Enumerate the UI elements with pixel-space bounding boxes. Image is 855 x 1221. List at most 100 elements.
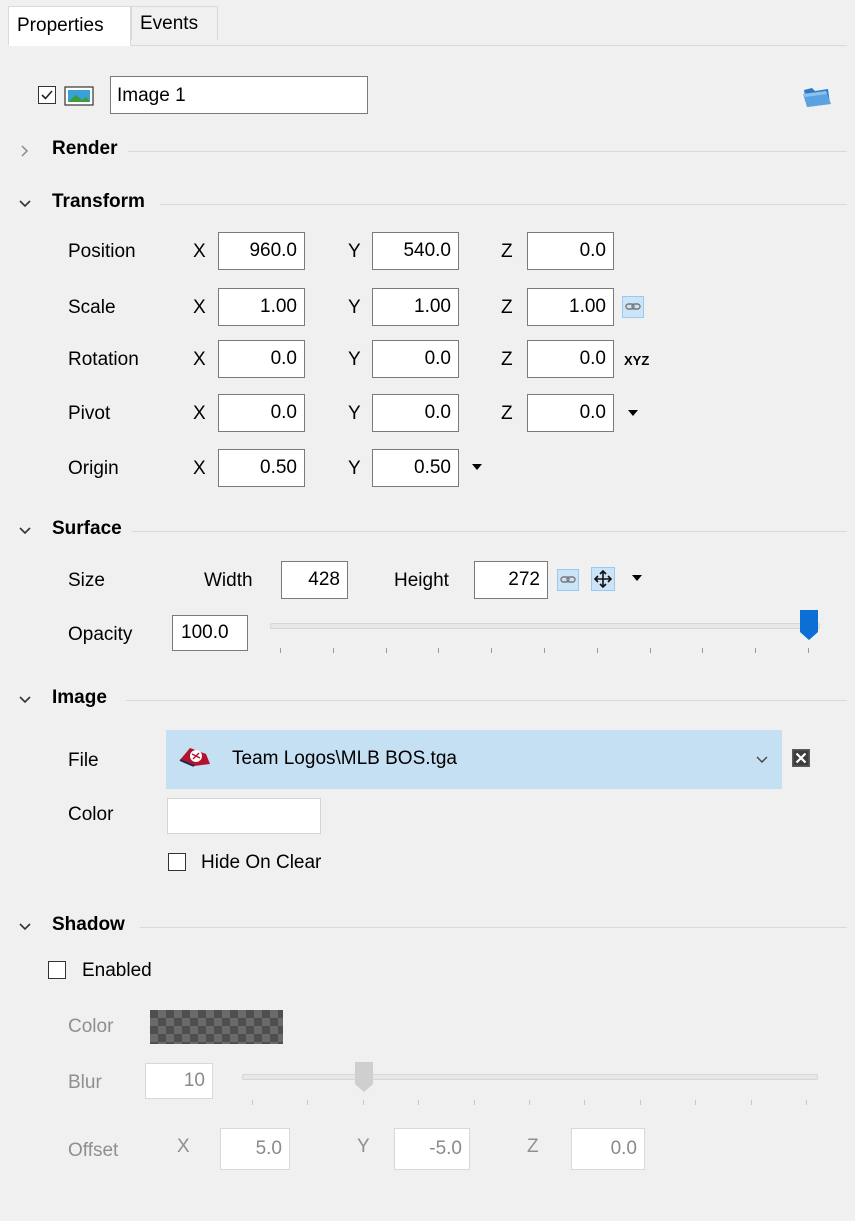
section-image-title: Image <box>52 687 107 708</box>
rotation-z-input[interactable]: 0.0 <box>527 340 614 378</box>
section-divider <box>128 151 847 152</box>
blur-slider-thumb[interactable] <box>353 1060 375 1094</box>
slider-tick <box>491 648 493 653</box>
pivot-x-label: X <box>193 403 206 424</box>
hide-on-clear-checkbox[interactable] <box>168 853 186 871</box>
origin-x-label: X <box>193 458 206 479</box>
section-shadow[interactable]: Shadow <box>14 913 847 941</box>
slider-tick <box>307 1100 309 1105</box>
chevron-down-icon <box>19 200 31 208</box>
scale-z-input[interactable]: 1.00 <box>527 288 614 326</box>
slider-tick <box>755 648 757 653</box>
position-y-input[interactable]: 540.0 <box>372 232 459 270</box>
height-input[interactable]: 272 <box>474 561 548 599</box>
width-label: Width <box>204 570 253 591</box>
width-input[interactable]: 428 <box>281 561 348 599</box>
position-label: Position <box>68 241 136 262</box>
layer-visible-checkbox[interactable] <box>38 86 56 104</box>
scale-x-input[interactable]: 1.00 <box>218 288 305 326</box>
origin-dropdown-icon[interactable] <box>472 464 482 470</box>
file-select[interactable]: Team Logos\MLB BOS.tga <box>166 730 782 789</box>
section-divider <box>160 204 847 205</box>
section-render[interactable]: Render <box>14 137 847 165</box>
origin-y-input[interactable]: 0.50 <box>372 449 459 487</box>
chevron-down-icon <box>19 923 31 931</box>
size-dropdown-icon[interactable] <box>632 575 642 581</box>
rotation-y-label: Y <box>348 349 361 370</box>
slider-tick <box>252 1100 253 1105</box>
offset-y-input[interactable]: -5.0 <box>394 1128 470 1170</box>
opacity-slider-track <box>270 623 820 629</box>
position-x-input[interactable]: 960.0 <box>218 232 305 270</box>
shadow-color-swatch[interactable] <box>150 1010 283 1044</box>
folder-icon[interactable] <box>800 82 834 110</box>
slider-tick <box>544 648 545 653</box>
scale-label: Scale <box>68 297 116 318</box>
position-x-label: X <box>193 241 206 262</box>
rotation-order-button[interactable]: XYZ <box>624 353 649 368</box>
link-icon <box>625 303 641 310</box>
position-z-input[interactable]: 0.0 <box>527 232 614 270</box>
scale-y-input[interactable]: 1.00 <box>372 288 459 326</box>
pivot-z-input[interactable]: 0.0 <box>527 394 614 432</box>
hide-on-clear-label[interactable]: Hide On Clear <box>201 852 321 874</box>
file-value: Team Logos\MLB BOS.tga <box>232 748 457 769</box>
slider-tick <box>362 1100 364 1105</box>
file-label: File <box>68 750 99 771</box>
rotation-y-input[interactable]: 0.0 <box>372 340 459 378</box>
layer-name-value: Image 1 <box>117 85 186 106</box>
clear-icon[interactable] <box>791 748 811 768</box>
blur-slider[interactable] <box>242 1060 818 1110</box>
section-transform[interactable]: Transform <box>14 190 847 218</box>
origin-y-label: Y <box>348 458 361 479</box>
pivot-x-input[interactable]: 0.0 <box>218 394 305 432</box>
origin-x-input[interactable]: 0.50 <box>218 449 305 487</box>
tab-strip-border <box>8 45 847 46</box>
size-link-button[interactable] <box>557 569 579 591</box>
blur-input[interactable]: 10 <box>145 1063 213 1099</box>
opacity-slider-thumb[interactable] <box>798 608 820 642</box>
tab-properties[interactable]: Properties <box>8 6 131 46</box>
scale-z-label: Z <box>501 297 513 318</box>
offset-x-input[interactable]: 5.0 <box>220 1128 290 1170</box>
color-swatch[interactable] <box>167 798 321 834</box>
section-surface-title: Surface <box>52 518 122 539</box>
section-divider <box>132 531 847 532</box>
origin-label: Origin <box>68 458 119 479</box>
height-label: Height <box>394 570 449 591</box>
blur-slider-track <box>242 1074 818 1080</box>
scale-x-label: X <box>193 297 206 318</box>
shadow-enabled-checkbox[interactable] <box>48 961 66 979</box>
size-move-button[interactable] <box>591 567 615 591</box>
slider-tick <box>596 648 598 653</box>
slider-tick <box>649 648 651 653</box>
link-icon <box>560 576 576 583</box>
slider-tick <box>473 1100 475 1105</box>
pivot-dropdown-icon[interactable] <box>628 410 638 416</box>
tab-events[interactable]: Events <box>131 6 218 40</box>
section-divider <box>126 700 847 701</box>
shadow-color-label: Color <box>68 1016 114 1037</box>
rotation-z-label: Z <box>501 349 513 370</box>
offset-z-input[interactable]: 0.0 <box>571 1128 645 1170</box>
blur-label: Blur <box>68 1072 102 1093</box>
slider-tick <box>639 1100 641 1105</box>
rotation-label: Rotation <box>68 349 139 370</box>
scale-y-label: Y <box>348 297 361 318</box>
position-z-label: Z <box>501 241 513 262</box>
section-render-title: Render <box>52 138 118 159</box>
position-y-label: Y <box>348 241 361 262</box>
pivot-y-input[interactable]: 0.0 <box>372 394 459 432</box>
offset-x-label: X <box>177 1136 190 1157</box>
layer-name-input[interactable]: Image 1 <box>110 76 368 114</box>
slider-tick <box>385 648 387 653</box>
section-surface[interactable]: Surface <box>14 517 847 545</box>
slider-tick <box>280 648 281 653</box>
scale-link-button[interactable] <box>622 296 644 318</box>
rotation-x-input[interactable]: 0.0 <box>218 340 305 378</box>
opacity-slider[interactable] <box>270 608 830 660</box>
shadow-enabled-label[interactable]: Enabled <box>82 960 152 982</box>
section-image[interactable]: Image <box>14 686 847 714</box>
chevron-down-icon <box>19 527 31 535</box>
opacity-input[interactable]: 100.0 <box>172 615 248 651</box>
